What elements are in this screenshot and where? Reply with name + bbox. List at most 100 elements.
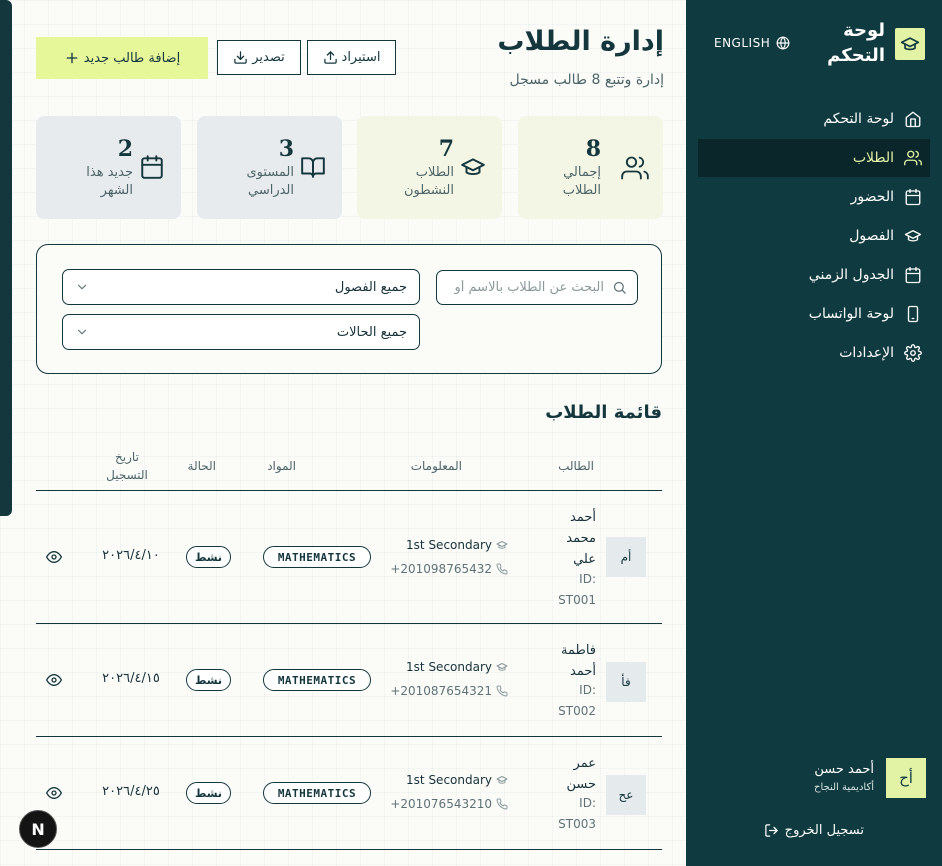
sidebar-item-settings[interactable]: الإعدادات [698, 334, 930, 372]
gear-icon [904, 344, 922, 362]
graduation-cap-icon [904, 230, 922, 242]
eye-icon [46, 674, 62, 686]
calendar-icon [905, 188, 921, 206]
dev-tools-badge[interactable]: N [19, 810, 57, 848]
sidebar-item-label: لوحة التحكم [823, 111, 894, 127]
status-badge: نشط [186, 669, 231, 691]
search-box[interactable] [436, 270, 638, 305]
language-toggle[interactable]: ENGLISH [714, 36, 790, 50]
main-content: إدارة الطلاب إدارة وتتبع 8 طالب مسجل است… [0, 0, 686, 866]
avatar: أم [606, 537, 646, 577]
student-phone: +201076543210 [390, 797, 508, 811]
sidebar-nav: لوحة التحكم الطلاب الحضور الفصول الجدول … [698, 100, 930, 373]
students-list-title: قائمة الطلاب [545, 402, 662, 423]
view-student-button[interactable] [44, 670, 64, 690]
status-filter-value: جميع الحالات [336, 324, 407, 340]
add-student-label: إضافة طالب جديد [83, 50, 181, 66]
graduation-cap-icon [900, 37, 920, 51]
import-label: استيراد [341, 50, 381, 65]
sidebar-item-label: الإعدادات [839, 345, 894, 361]
stat-value: 3 [278, 136, 294, 162]
stat-card-new-this-month: 2 جديد هذا الشهر [36, 116, 181, 219]
student-phone-text: +201098765432 [390, 562, 492, 576]
sidebar-item-whatsapp[interactable]: لوحة الواتساب [698, 295, 930, 333]
student-name: عمر حسن [566, 756, 596, 792]
student-level: 1st Secondary [406, 660, 508, 674]
graduation-cap-icon [461, 158, 485, 176]
scrollbar[interactable] [0, 0, 12, 516]
user-profile[interactable]: أح أحمد حسن أكاديمية النجاح [702, 758, 926, 800]
calendar-icon [905, 266, 921, 284]
sidebar: لوحة التحكم ENGLISH لوحة التحكم الطلاب ا… [686, 0, 942, 866]
stat-label: جديد هذا الشهر [86, 165, 133, 198]
student-id: ID: ST001 [558, 572, 596, 607]
users-icon [621, 156, 649, 180]
table-row: فأ فاطمة أحمد ID: ST002 1st Secondary +2… [36, 624, 662, 737]
student-phone-text: +201076543210 [390, 797, 492, 811]
class-filter-select[interactable]: جميع الفصول [62, 269, 420, 305]
add-student-button[interactable]: إضافة طالب جديد [36, 37, 208, 79]
table-row: أم أحمد محمد علي ID: ST001 1st Secondary… [36, 491, 662, 624]
brand-logo [895, 28, 925, 60]
subject-badge: MATHEMATICS [263, 546, 371, 568]
sidebar-item-schedule[interactable]: الجدول الزمني [698, 256, 930, 294]
search-input[interactable] [454, 280, 604, 295]
column-header-info: المعلومات [410, 459, 462, 473]
stat-card-total-students: 8 إجمالي الطلاب [518, 116, 663, 219]
student-level: 1st Secondary [406, 538, 508, 552]
avatar: أح [886, 758, 926, 798]
sidebar-item-label: الجدول الزمني [808, 267, 894, 283]
user-name: أحمد حسن [814, 762, 874, 777]
page-subtitle: إدارة وتتبع 8 طالب مسجل [509, 72, 664, 88]
student-name: فاطمة أحمد [560, 643, 596, 679]
status-badge: نشط [186, 782, 231, 804]
sidebar-item-label: الطلاب [852, 150, 894, 166]
avatar: فأ [606, 662, 646, 702]
student-level-text: 1st Secondary [406, 538, 492, 552]
export-label: تصدير [252, 50, 285, 65]
stat-card-levels: 3 المستوى الدراسي [197, 116, 342, 219]
sidebar-item-attendance[interactable]: الحضور [698, 178, 930, 216]
student-level: 1st Secondary [406, 773, 508, 787]
column-header-date: تاريخ التسجيل [106, 450, 148, 482]
phone-icon [907, 305, 919, 323]
phone-icon [496, 685, 508, 697]
avatar: عح [606, 775, 646, 815]
column-header-status: الحالة [187, 459, 216, 473]
page-title: إدارة الطلاب [497, 26, 664, 57]
stat-value: 7 [438, 136, 454, 162]
sidebar-item-classes[interactable]: الفصول [698, 217, 930, 255]
sidebar-item-label: الحضور [850, 189, 894, 205]
column-header-student: الطالب [558, 459, 594, 473]
graduation-cap-icon [496, 541, 508, 549]
user-organization: أكاديمية النجاح [814, 782, 874, 793]
sidebar-item-dashboard[interactable]: لوحة التحكم [698, 100, 930, 138]
column-header-subjects: المواد [267, 459, 296, 473]
phone-icon [496, 798, 508, 810]
logout-button[interactable]: تسجيل الخروج [764, 823, 864, 838]
student-name: أحمد محمد علي [566, 510, 596, 567]
subject-badge: MATHEMATICS [263, 669, 371, 691]
registration-date: ٢٠٢٦/٤/١٠ [102, 548, 160, 563]
view-student-button[interactable] [44, 783, 64, 803]
sidebar-item-label: الفصول [849, 228, 894, 244]
view-student-button[interactable] [44, 547, 64, 567]
brand-title: لوحة التحكم [827, 20, 885, 66]
registration-date: ٢٠٢٦/٤/١٥ [102, 671, 160, 686]
student-phone: +201087654321 [390, 684, 508, 698]
download-icon [234, 51, 247, 64]
home-icon [905, 111, 921, 128]
chevron-down-icon [77, 284, 87, 290]
export-button[interactable]: تصدير [217, 40, 301, 75]
import-button[interactable]: استيراد [307, 40, 396, 75]
stat-label: المستوى الدراسي [246, 165, 295, 198]
sidebar-item-students[interactable]: الطلاب [698, 139, 930, 177]
stat-label: الطلاب النشطون [403, 165, 454, 198]
upload-icon [323, 51, 337, 64]
student-level-text: 1st Secondary [406, 773, 492, 787]
student-id: ID: ST002 [558, 683, 596, 718]
status-filter-select[interactable]: جميع الحالات [62, 314, 420, 350]
calendar-icon [141, 155, 163, 179]
subject-badge: MATHEMATICS [263, 782, 371, 804]
registration-date: ٢٠٢٦/٤/٢٥ [102, 784, 160, 799]
